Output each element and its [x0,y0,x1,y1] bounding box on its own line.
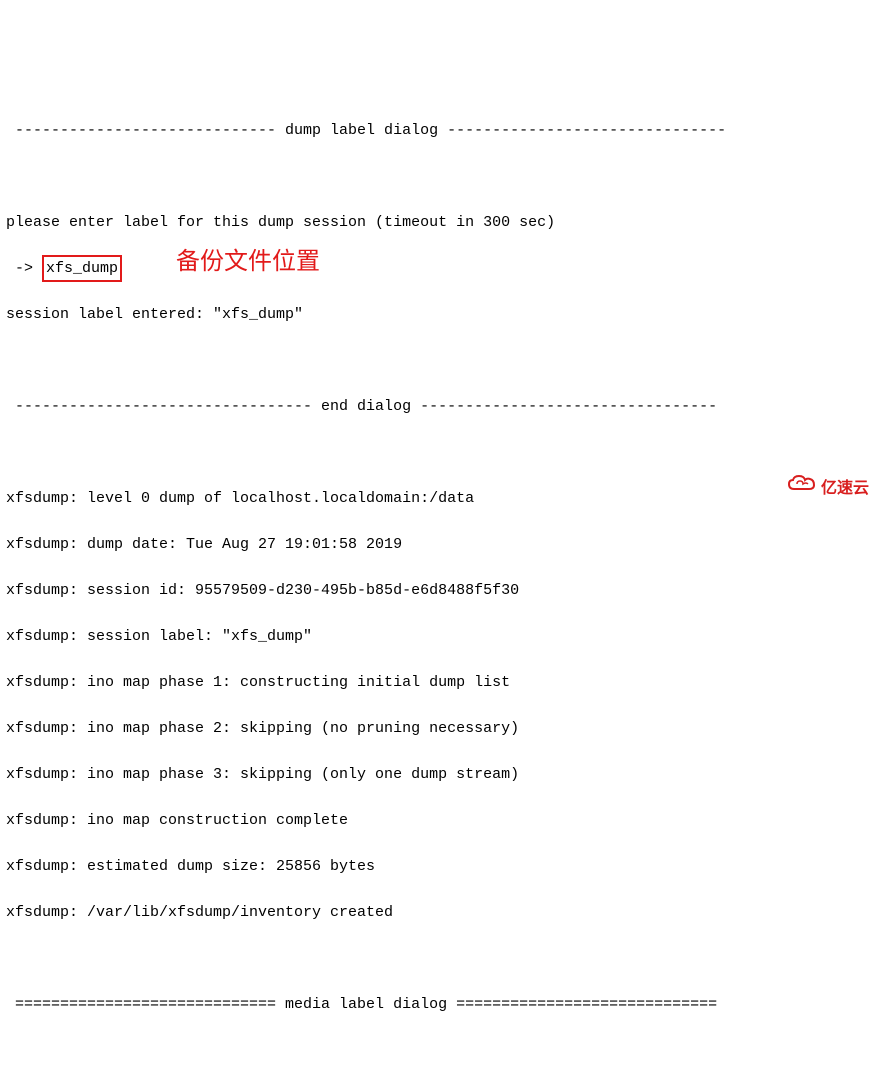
media-dialog-header: ============================= media labe… [6,993,871,1016]
session-label-entered: session label entered: "xfs_dump" [6,303,871,326]
xfsdump-line: xfsdump: session id: 95579509-d230-495b-… [6,579,871,602]
user-input: xfs_dump [46,260,118,277]
logo-text: 亿速云 [821,477,869,500]
xfsdump-line: xfsdump: estimated dump size: 25856 byte… [6,855,871,878]
xfsdump-line: xfsdump: level 0 dump of localhost.local… [6,487,871,510]
xfsdump-line: xfsdump: ino map phase 2: skipping (no p… [6,717,871,740]
user-input-highlight: xfs_dump [42,255,122,282]
xfsdump-line: xfsdump: /var/lib/xfsdump/inventory crea… [6,901,871,924]
input-row[interactable]: -> xfs_dump备份文件位置 [6,257,871,280]
xfsdump-line: xfsdump: ino map phase 1: constructing i… [6,671,871,694]
terminal-output: ----------------------------- dump label… [6,96,871,1066]
prompt-enter-label: please enter label for this dump session… [6,211,871,234]
blank-line [6,349,871,372]
blank-line [6,441,871,464]
blank-line [6,1039,871,1062]
xfsdump-line: xfsdump: session label: "xfs_dump" [6,625,871,648]
arrow-prefix: -> [6,260,42,277]
xfsdump-line: xfsdump: dump date: Tue Aug 27 19:01:58 … [6,533,871,556]
annotation-label: 备份文件位置 [176,251,320,274]
end-dialog: --------------------------------- end di… [6,395,871,418]
xfsdump-line: xfsdump: ino map phase 3: skipping (only… [6,763,871,786]
blank-line [6,947,871,970]
dialog-header: ----------------------------- dump label… [6,119,871,142]
cloud-icon [751,451,817,525]
xfsdump-line: xfsdump: ino map construction complete [6,809,871,832]
watermark-logo: 亿速云 [751,451,869,525]
blank-line [6,165,871,188]
